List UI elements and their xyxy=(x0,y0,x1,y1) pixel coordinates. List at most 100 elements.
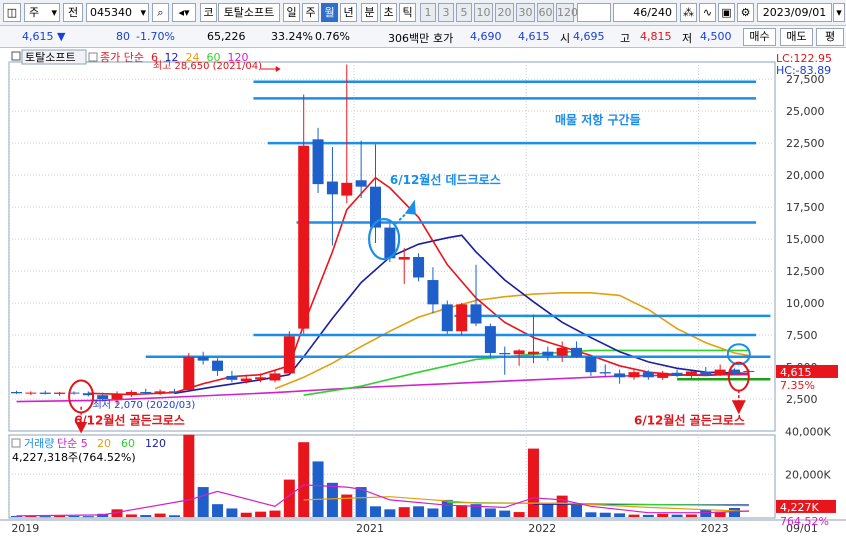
stock-chart: 2,5005,0007,50010,00012,50015,00017,5002… xyxy=(0,48,846,539)
chart-type-select[interactable]: 주 ▾ xyxy=(24,3,60,22)
candle-body xyxy=(657,372,669,378)
open-value: 4,695 xyxy=(573,30,605,43)
candle-body xyxy=(226,375,238,380)
y-tick-label: 25,000 xyxy=(786,105,825,118)
legend-item-3: 24 xyxy=(186,51,200,64)
tab-period-1[interactable]: 주 xyxy=(302,3,319,22)
candle-body xyxy=(140,391,152,393)
y-tick-label: 20,000 xyxy=(786,169,825,182)
tab-interval-5[interactable]: 5 xyxy=(456,3,472,22)
tab-period-0[interactable]: 일 xyxy=(283,3,300,22)
tab-period-4[interactable]: 분 xyxy=(361,3,378,22)
interval-input[interactable] xyxy=(577,3,611,22)
calendar-icon[interactable]: ▾ xyxy=(833,3,845,22)
stock-code-input[interactable]: 045340 ▾ xyxy=(86,3,149,22)
evaluate-button[interactable]: 평 xyxy=(816,28,844,46)
candle-body xyxy=(441,304,453,332)
tab-period-5[interactable]: 초 xyxy=(380,3,397,22)
save-icon[interactable]: ▣ xyxy=(718,3,735,22)
volume-bar xyxy=(125,514,137,517)
buy-button[interactable]: 매수 xyxy=(743,28,776,46)
candle-body xyxy=(240,378,252,382)
x-tick-label: 2022 xyxy=(528,522,556,535)
volume-bar xyxy=(140,515,152,517)
volume-bar xyxy=(628,514,640,517)
x-tick-label: 2021 xyxy=(356,522,384,535)
candle-body xyxy=(168,391,180,393)
search-icon[interactable]: ⌕ xyxy=(152,3,169,22)
tab-interval-120[interactable]: 120 xyxy=(556,3,578,22)
price-value: 4,615 ▼ xyxy=(22,30,66,43)
annotation-2: 6/12월선 골든크로스 xyxy=(74,413,185,428)
low-value: 4,500 xyxy=(700,30,732,43)
high-label: 고 xyxy=(620,32,631,45)
turnover-value: 33.24% xyxy=(271,30,313,43)
candle-body xyxy=(183,356,195,391)
sparkline-icon[interactable]: ∿ xyxy=(699,3,716,22)
tab-period-2[interactable]: 월 xyxy=(321,3,338,22)
change-value: 80 xyxy=(116,30,130,43)
candle-body xyxy=(456,304,468,332)
chart-menu-icon[interactable]: ◫ xyxy=(3,3,21,22)
count-value: 46 xyxy=(633,6,648,19)
candle-body xyxy=(714,369,726,375)
volume-bar xyxy=(54,515,66,517)
volume-bar xyxy=(499,510,511,517)
candle-body xyxy=(513,350,525,355)
volume-bar xyxy=(68,515,80,517)
volume-bar xyxy=(671,514,683,517)
sound-icon[interactable]: ◂▾ xyxy=(172,3,196,22)
pct2-value: 0.76% xyxy=(315,30,350,43)
candle-body xyxy=(326,181,338,195)
vol-legend-item-0: 거래량 xyxy=(24,437,54,450)
y-tick-label: 15,000 xyxy=(786,233,825,246)
change-pct: -1.70% xyxy=(136,30,175,43)
current-price-label: 4,615 xyxy=(780,366,812,379)
candle-body xyxy=(499,352,511,355)
annotation-1: 6/12월선 데드크로스 xyxy=(390,172,501,187)
chevron-down-icon: ▾ xyxy=(140,6,146,19)
volume-bar xyxy=(226,508,238,517)
tab-interval-3[interactable]: 3 xyxy=(438,3,454,22)
count-display[interactable]: 46/240 xyxy=(613,3,677,22)
annotation-0: 매물 저항 구간들 xyxy=(555,112,641,127)
volume-bar xyxy=(183,434,195,517)
tool-icon[interactable]: ⁂ xyxy=(680,3,697,22)
candle-body xyxy=(39,392,51,394)
count-total: /240 xyxy=(647,6,672,19)
chevron-down-icon: ▾ xyxy=(51,6,57,19)
legend-item-5: 120 xyxy=(228,51,249,64)
open-label: 시 xyxy=(560,32,571,45)
tab-interval-10[interactable]: 10 xyxy=(474,3,493,22)
tab-period-3[interactable]: 년 xyxy=(340,3,357,22)
volume-bar xyxy=(326,482,338,517)
volume-bar xyxy=(269,510,281,517)
y-tick-label: 7,500 xyxy=(786,329,818,342)
prev-button[interactable]: 전 xyxy=(63,3,83,22)
quote-bar: 4,615 ▼ 80 -1.70% 65,226 33.24% 0.76% 30… xyxy=(0,26,846,48)
date-input[interactable]: 2023/09/01 xyxy=(757,3,832,22)
candle-body xyxy=(255,377,267,380)
volume-bar xyxy=(370,506,381,517)
tab-interval-1[interactable]: 1 xyxy=(420,3,436,22)
gear-icon[interactable]: ⚙ xyxy=(737,3,754,22)
candle-body xyxy=(571,347,583,357)
tab-interval-20[interactable]: 20 xyxy=(495,3,514,22)
candle-body xyxy=(427,280,439,305)
ask-label: 호가 xyxy=(433,32,454,45)
vol-legend-item-1: 단순 5 xyxy=(57,437,88,450)
volume-bar xyxy=(614,513,626,517)
candle-body xyxy=(556,347,568,356)
tab-interval-60[interactable]: 60 xyxy=(537,3,554,22)
current-volume-label: 4,227K xyxy=(780,501,819,514)
sell-button[interactable]: 매도 xyxy=(780,28,813,46)
current-pct-label: 7.35% xyxy=(780,379,815,392)
annotation-5: 최저 2,070 (2020/03) xyxy=(93,399,196,411)
volume-bar xyxy=(729,507,740,517)
volume-bar xyxy=(312,461,324,517)
x-tick-label: 2019 xyxy=(11,522,39,535)
low-label: 저 xyxy=(682,32,693,45)
volume-bar xyxy=(168,515,180,517)
tab-interval-30[interactable]: 30 xyxy=(516,3,535,22)
tab-period-6[interactable]: 틱 xyxy=(399,3,416,22)
